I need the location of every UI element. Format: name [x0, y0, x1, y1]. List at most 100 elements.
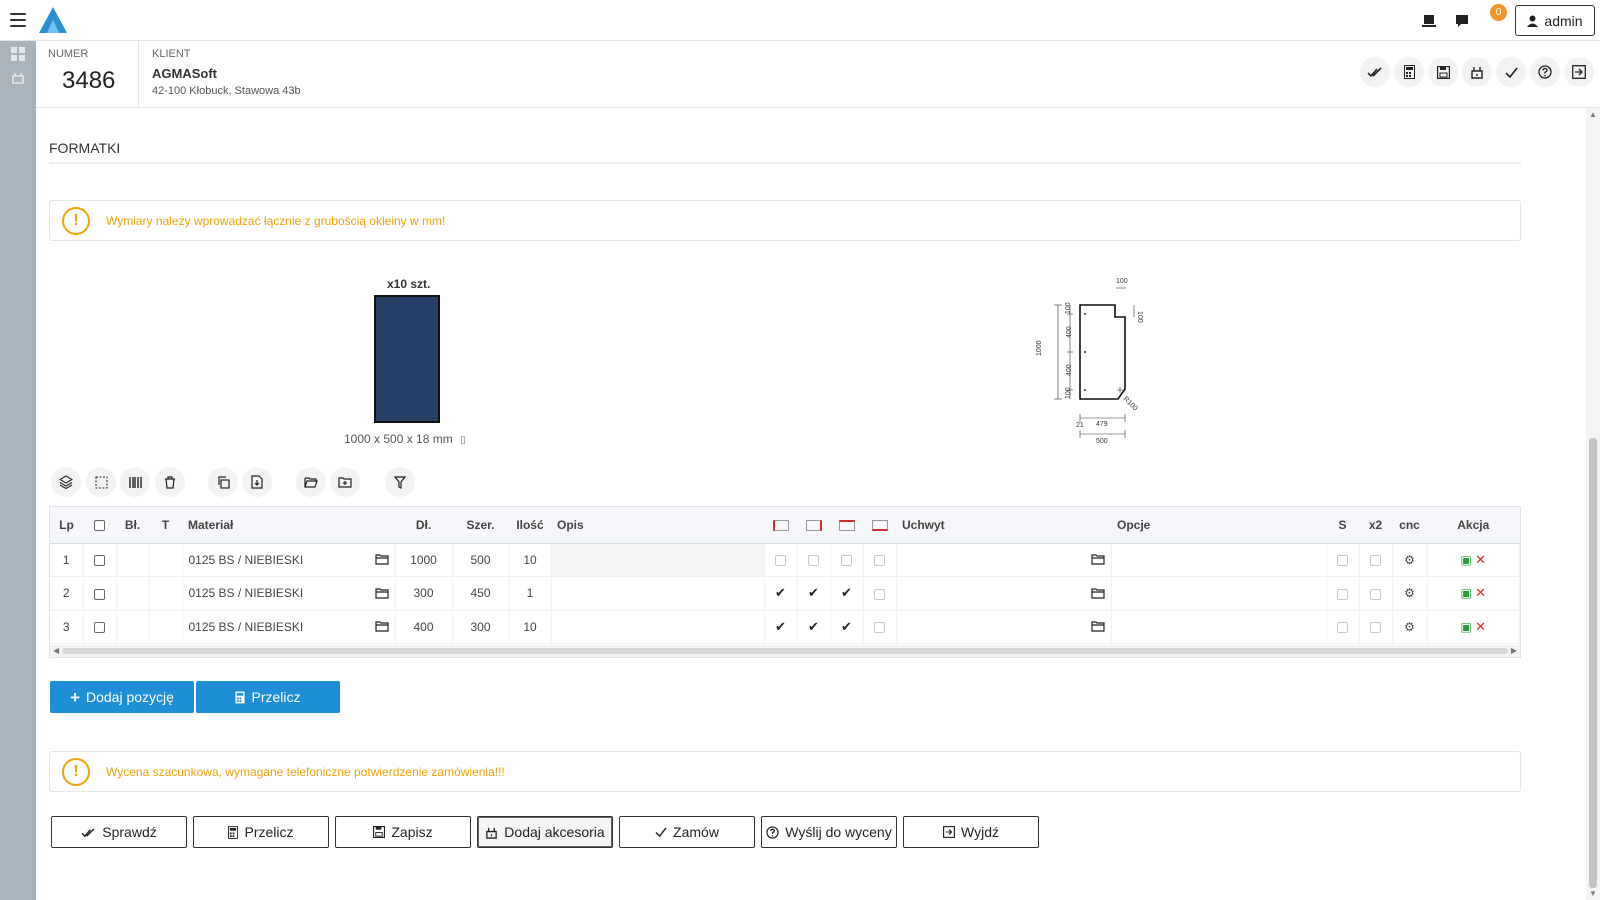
cell-uchwyt[interactable]: [896, 576, 1112, 610]
edge-check-icon[interactable]: ✔: [808, 585, 819, 600]
cell-x2[interactable]: [1359, 576, 1393, 610]
delete-row-icon[interactable]: ✕: [1475, 619, 1486, 634]
edge-cell[interactable]: [863, 576, 897, 610]
edge-checkbox[interactable]: [874, 588, 885, 600]
x2-checkbox[interactable]: [1370, 555, 1381, 567]
cell-cnc[interactable]: ⚙: [1392, 543, 1428, 577]
edge-cell[interactable]: ✔: [797, 610, 831, 644]
cell-szer[interactable]: 500: [452, 543, 510, 577]
open-folder-button[interactable]: [296, 467, 326, 497]
order-button[interactable]: [1496, 57, 1526, 87]
cell-material[interactable]: 0125 BS / NIEBIESKI: [182, 576, 396, 610]
cell-szer[interactable]: 450: [452, 576, 510, 610]
edge-cell[interactable]: ✔: [764, 576, 798, 610]
table-row[interactable]: 2 0125 BS / NIEBIESKI 300 450 1 ✔ ✔ ✔ ⚙ ▣ ✕: [50, 576, 1520, 610]
edge-check-icon[interactable]: ✔: [775, 619, 786, 634]
folder-icon[interactable]: [1090, 554, 1105, 565]
cell-ilosc[interactable]: 1: [509, 576, 552, 610]
new-folder-button[interactable]: [330, 467, 360, 497]
cnc-gears-icon[interactable]: ⚙: [1404, 586, 1415, 600]
save-bottom-button[interactable]: Zapisz: [335, 816, 471, 848]
recalc-blue-button[interactable]: Przelicz: [196, 681, 340, 713]
cell-s[interactable]: [1326, 576, 1360, 610]
cell-opis[interactable]: [551, 610, 765, 644]
cell-material[interactable]: 0125 BS / NIEBIESKI: [182, 543, 396, 577]
select-area-button[interactable]: [86, 467, 116, 497]
columns-button[interactable]: [120, 467, 150, 497]
cell-uchwyt[interactable]: [896, 543, 1112, 577]
folder-icon[interactable]: [374, 554, 389, 565]
edge-check-icon[interactable]: ✔: [841, 619, 852, 634]
edge-check-icon[interactable]: ✔: [775, 585, 786, 600]
copy-button[interactable]: [208, 467, 238, 497]
exit-bottom-button[interactable]: Wyjdź: [903, 816, 1039, 848]
delete-button[interactable]: [155, 467, 185, 497]
check-button[interactable]: [1360, 57, 1390, 87]
edge-check-icon[interactable]: ✔: [808, 619, 819, 634]
cnc-gears-icon[interactable]: ⚙: [1404, 620, 1415, 634]
row-checkbox[interactable]: [94, 588, 105, 600]
edge-checkbox[interactable]: [775, 555, 786, 567]
edge-check-icon[interactable]: ✔: [841, 585, 852, 600]
duplicate-row-icon[interactable]: ▣: [1460, 586, 1471, 600]
edge-cell[interactable]: [764, 543, 798, 577]
edge-cell[interactable]: ✔: [830, 576, 864, 610]
cell-dl[interactable]: 400: [395, 610, 453, 644]
user-menu-button[interactable]: admin: [1515, 5, 1595, 36]
edge-cell[interactable]: ✔: [764, 610, 798, 644]
horizontal-scroll-thumb[interactable]: [62, 648, 1508, 654]
x2-checkbox[interactable]: [1370, 588, 1381, 600]
menu-icon[interactable]: [10, 13, 26, 27]
edge-cell[interactable]: [830, 543, 864, 577]
folder-icon[interactable]: [374, 621, 389, 632]
row-checkbox[interactable]: [94, 622, 105, 634]
calculator-button[interactable]: [1394, 57, 1424, 87]
edge-cell[interactable]: [863, 610, 897, 644]
copy-icon[interactable]: ▯: [460, 435, 466, 446]
row-checkbox[interactable]: [94, 555, 105, 567]
horizontal-scrollbar[interactable]: ◀ ▶: [50, 645, 1520, 657]
cnc-gears-icon[interactable]: ⚙: [1404, 553, 1415, 567]
delete-row-icon[interactable]: ✕: [1475, 585, 1486, 600]
dashboard-icon[interactable]: [10, 46, 26, 62]
order-bottom-button[interactable]: Zamów: [619, 816, 755, 848]
x2-checkbox[interactable]: [1370, 622, 1381, 634]
layers-button[interactable]: [51, 467, 81, 497]
cell-szer[interactable]: 300: [452, 610, 510, 644]
cell-x2[interactable]: [1359, 543, 1393, 577]
cell-opcje[interactable]: [1111, 543, 1327, 577]
folder-icon[interactable]: [1090, 588, 1105, 599]
delete-row-icon[interactable]: ✕: [1475, 552, 1486, 567]
notifications-icon[interactable]: [1452, 10, 1474, 32]
cell-cnc[interactable]: ⚙: [1392, 576, 1428, 610]
cell-opcje[interactable]: [1111, 610, 1327, 644]
filter-button[interactable]: [385, 467, 415, 497]
accessories-icon[interactable]: [10, 70, 26, 86]
device-icon[interactable]: [1418, 10, 1440, 32]
edge-cell[interactable]: ✔: [797, 576, 831, 610]
cell-dl[interactable]: 1000: [395, 543, 453, 577]
add-accessories-button[interactable]: [1462, 57, 1492, 87]
cell-opcje[interactable]: [1111, 576, 1327, 610]
add-position-button[interactable]: + Dodaj pozycję: [50, 681, 194, 713]
table-row[interactable]: 1 0125 BS / NIEBIESKI 1000 500 10 ⚙ ▣ ✕: [50, 543, 1520, 577]
add-accessories-bottom-button[interactable]: Dodaj akcesoria: [477, 816, 613, 848]
table-row[interactable]: 3 0125 BS / NIEBIESKI 400 300 10 ✔ ✔ ✔ ⚙ ▣ ✕: [50, 610, 1520, 644]
s-checkbox[interactable]: [1337, 555, 1348, 567]
edge-checkbox[interactable]: [874, 622, 885, 634]
cell-material[interactable]: 0125 BS / NIEBIESKI: [182, 610, 396, 644]
exit-button[interactable]: [1564, 57, 1594, 87]
cell-ilosc[interactable]: 10: [509, 610, 552, 644]
cell-cnc[interactable]: ⚙: [1392, 610, 1428, 644]
send-quote-button[interactable]: [1530, 57, 1560, 87]
edge-cell[interactable]: [797, 543, 831, 577]
cell-opis[interactable]: [551, 576, 765, 610]
cell-s[interactable]: [1326, 543, 1360, 577]
cell-opis[interactable]: [551, 543, 765, 577]
cell-ilosc[interactable]: 10: [509, 543, 552, 577]
duplicate-row-icon[interactable]: ▣: [1460, 553, 1471, 567]
edge-cell[interactable]: [863, 543, 897, 577]
vertical-scrollbar[interactable]: ▲ ▼: [1586, 108, 1600, 900]
edge-checkbox[interactable]: [808, 555, 819, 567]
edge-checkbox[interactable]: [874, 555, 885, 567]
